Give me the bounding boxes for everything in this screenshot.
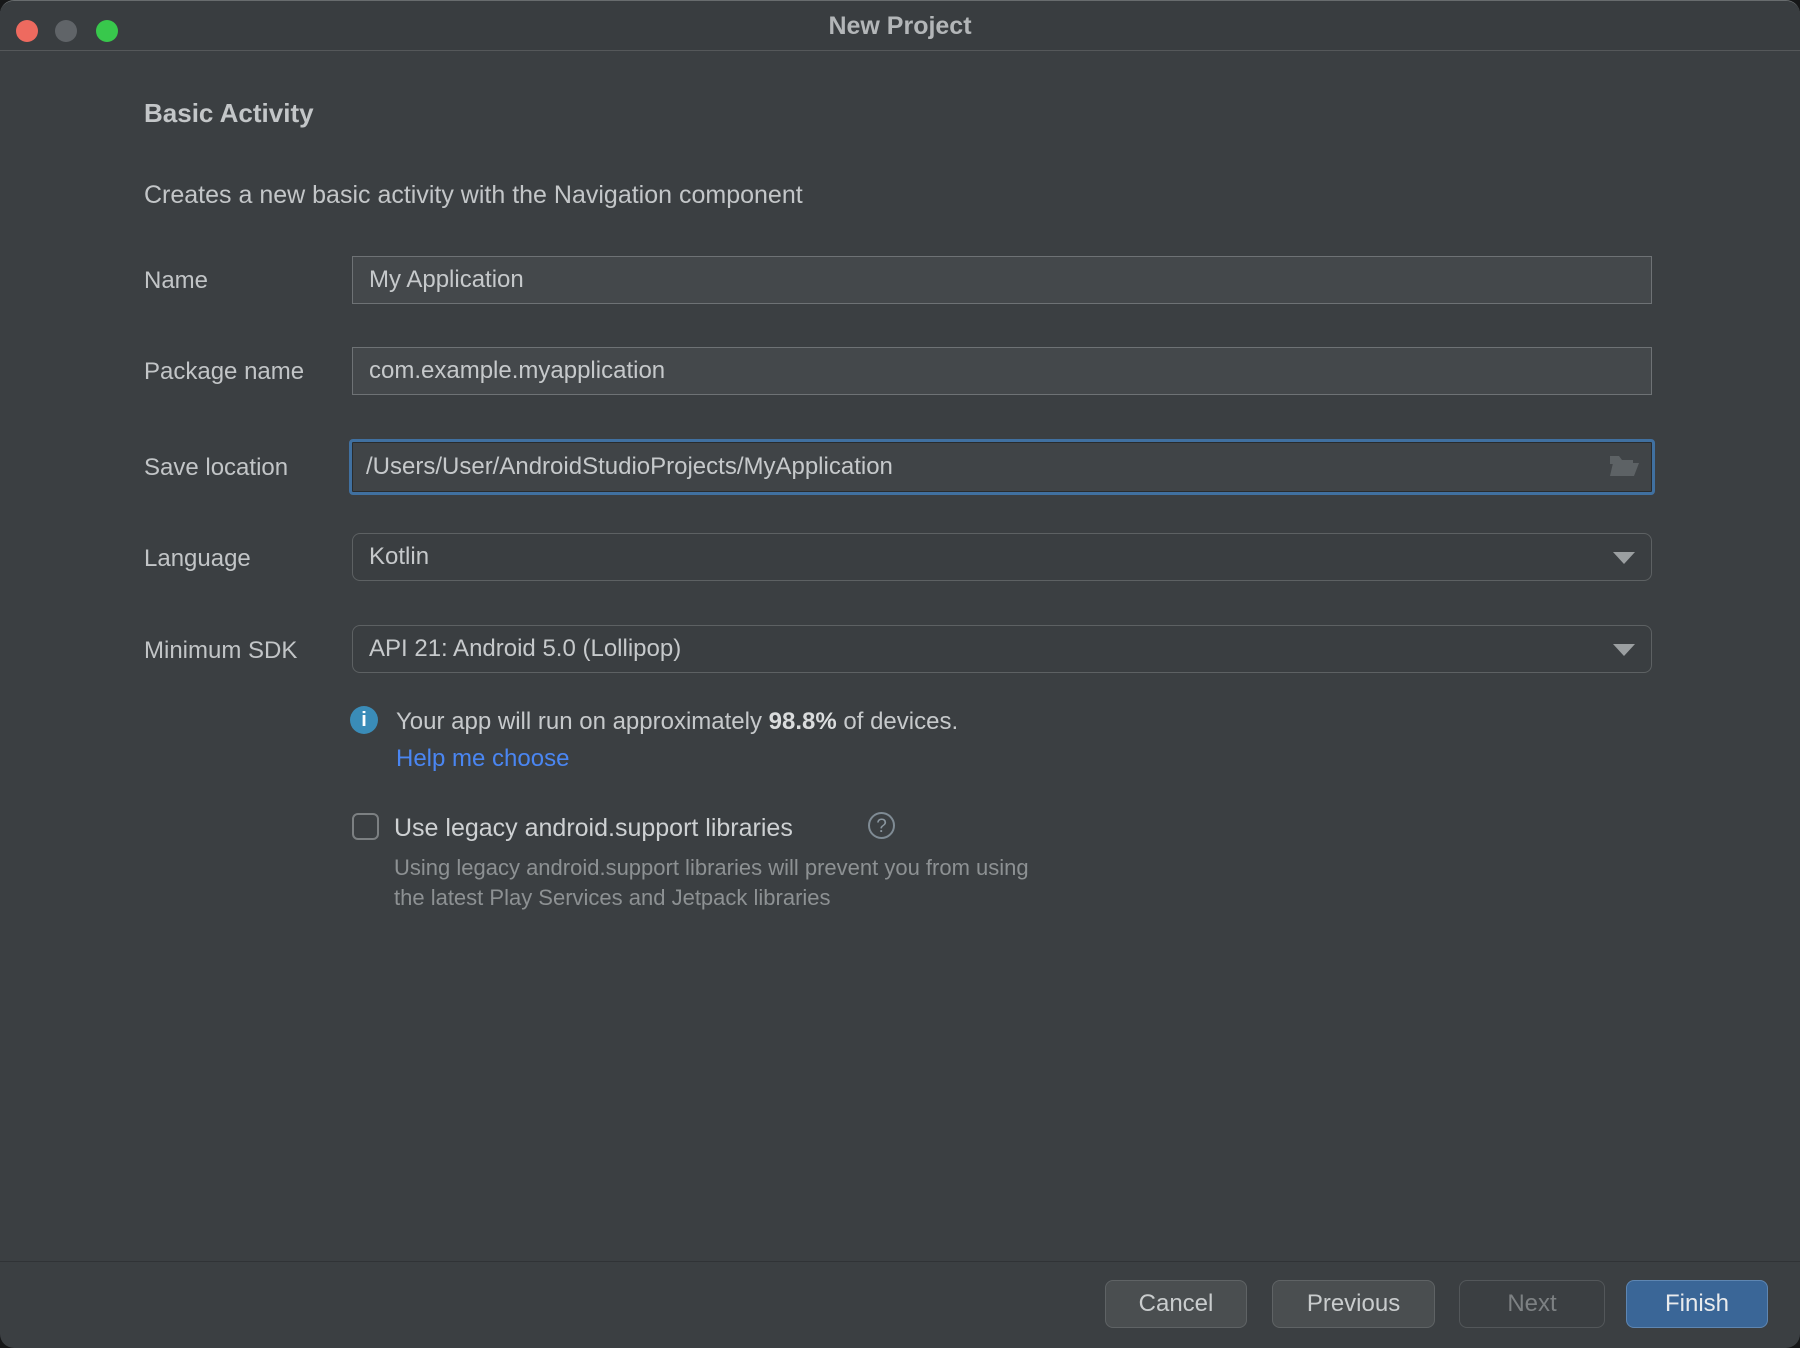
package-name-input[interactable] [352,347,1652,395]
footer-divider [0,1261,1800,1262]
browse-folder-button[interactable] [1604,451,1644,483]
page-subtitle: Creates a new basic activity with the Na… [144,181,803,209]
legacy-support-checkbox[interactable] [352,813,379,840]
cancel-button[interactable]: Cancel [1105,1280,1247,1328]
finish-button[interactable]: Finish [1626,1280,1768,1328]
legacy-support-label: Use legacy android.support libraries [394,814,793,842]
window-title: New Project [828,12,972,40]
chevron-down-icon [1613,552,1635,564]
page-title: Basic Activity [144,98,314,128]
screenshot-root: New Project Basic Activity Creates a new… [0,0,1800,1348]
language-dropdown[interactable]: Kotlin [352,533,1652,581]
name-label: Name [144,267,209,294]
language-selected-value: Kotlin [369,543,430,570]
sdk-coverage-text: Your app will run on approximately 98.8%… [396,708,958,736]
save-location-field [349,439,1655,495]
help-question-icon[interactable]: ? [868,812,895,839]
new-project-dialog: New Project Basic Activity Creates a new… [0,0,1800,1348]
sdk-coverage-percent: 98.8% [768,708,837,735]
save-location-label: Save location [144,454,289,481]
minimum-sdk-label: Minimum SDK [144,637,298,664]
help-me-choose-link[interactable]: Help me choose [396,745,569,773]
legacy-description-line2: the latest Play Services and Jetpack lib… [394,885,831,910]
open-folder-icon [1607,456,1641,484]
legacy-support-description: Using legacy android.support libraries w… [394,853,1029,913]
sdk-coverage-suffix: of devices. [836,708,959,735]
language-label: Language [144,545,251,572]
sdk-coverage-prefix: Your app will run on approximately [396,708,769,735]
save-location-input[interactable] [352,442,1652,492]
name-input[interactable] [352,256,1652,304]
info-icon: i [350,706,378,734]
chevron-down-icon [1613,644,1635,656]
package-name-label: Package name [144,358,305,385]
previous-button[interactable]: Previous [1272,1280,1435,1328]
next-button[interactable]: Next [1459,1280,1605,1328]
minimum-sdk-dropdown[interactable]: API 21: Android 5.0 (Lollipop) [352,625,1652,673]
minimum-sdk-selected-value: API 21: Android 5.0 (Lollipop) [369,635,682,662]
title-bar: New Project [0,1,1800,51]
legacy-description-line1: Using legacy android.support libraries w… [394,855,1029,880]
